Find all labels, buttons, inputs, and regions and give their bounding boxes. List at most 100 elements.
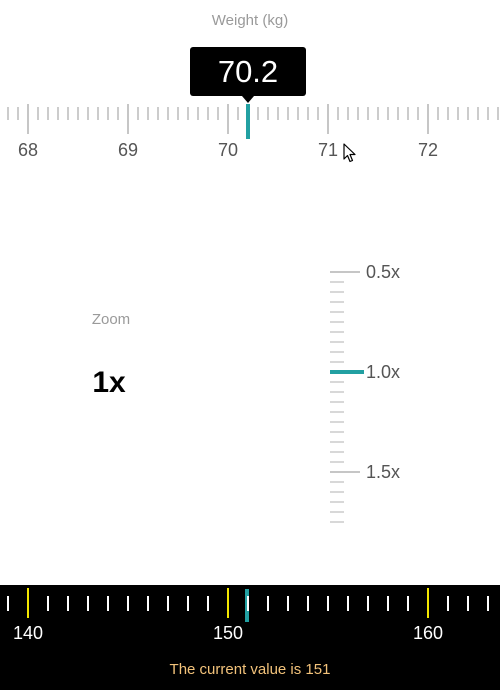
- ruler-minor-tick: [267, 107, 269, 120]
- value-minor-tick: [7, 596, 9, 611]
- value-minor-tick: [107, 596, 109, 611]
- value-minor-tick: [207, 596, 209, 611]
- value-tick-label: 140: [12, 623, 44, 643]
- zoom-minor-tick: [330, 481, 344, 483]
- ruler-minor-tick: [67, 107, 69, 120]
- value-minor-tick: [287, 596, 289, 611]
- ruler-minor-tick: [447, 107, 449, 120]
- zoom-minor-tick: [330, 461, 344, 463]
- zoom-minor-tick: [330, 331, 344, 333]
- ruler-minor-tick: [357, 107, 359, 120]
- zoom-minor-tick: [330, 281, 344, 283]
- ruler-minor-tick: [337, 107, 339, 120]
- ruler-minor-tick: [157, 107, 159, 120]
- ruler-tick-label: 69: [117, 140, 139, 160]
- ruler-minor-tick: [297, 107, 299, 120]
- ruler-major-tick: [27, 104, 29, 134]
- ruler-minor-tick: [87, 107, 89, 120]
- ruler-minor-tick: [187, 107, 189, 120]
- value-major-tick: [27, 588, 29, 618]
- ruler-minor-tick: [47, 107, 49, 120]
- ruler-minor-tick: [17, 107, 19, 120]
- value-minor-tick: [347, 596, 349, 611]
- value-minor-tick: [127, 596, 129, 611]
- ruler-minor-tick: [277, 107, 279, 120]
- zoom-ruler[interactable]: 0.5x 1.0x 1.5x: [328, 262, 448, 532]
- ruler-minor-tick: [57, 107, 59, 120]
- weight-indicator[interactable]: [246, 104, 250, 139]
- value-minor-tick: [407, 596, 409, 611]
- zoom-minor-tick: [330, 441, 344, 443]
- ruler-minor-tick: [377, 107, 379, 120]
- value-minor-tick: [447, 596, 449, 611]
- value-minor-tick: [487, 596, 489, 611]
- zoom-minor-tick: [330, 411, 344, 413]
- value-minor-tick: [187, 596, 189, 611]
- ruler-picker-page: Weight (kg) 70.2 68 69 70 71 72 Zoom 1x 0.5x…: [0, 0, 500, 690]
- zoom-minor-tick: [330, 521, 344, 523]
- zoom-minor-tick: [330, 301, 344, 303]
- current-value-status: The current value is 151: [169, 661, 331, 678]
- ruler-minor-tick: [217, 107, 219, 120]
- weight-title: Weight (kg): [211, 12, 289, 29]
- zoom-major-tick: [330, 471, 360, 473]
- ruler-minor-tick: [287, 107, 289, 120]
- value-minor-tick: [167, 596, 169, 611]
- value-minor-tick: [307, 596, 309, 611]
- ruler-minor-tick: [487, 107, 489, 120]
- ruler-minor-tick: [397, 107, 399, 120]
- ruler-major-tick: [427, 104, 429, 134]
- ruler-minor-tick: [107, 107, 109, 120]
- zoom-value: 1x: [92, 366, 126, 399]
- zoom-minor-tick: [330, 431, 344, 433]
- value-minor-tick: [87, 596, 89, 611]
- ruler-minor-tick: [207, 107, 209, 120]
- ruler-minor-tick: [387, 107, 389, 120]
- ruler-tick-label: 72: [417, 140, 439, 160]
- ruler-minor-tick: [77, 107, 79, 120]
- zoom-minor-tick: [330, 491, 344, 493]
- value-minor-tick: [267, 596, 269, 611]
- value-minor-tick: [387, 596, 389, 611]
- ruler-minor-tick: [457, 107, 459, 120]
- ruler-tick-label: 71: [317, 140, 339, 160]
- zoom-minor-tick: [330, 341, 344, 343]
- value-major-tick: [227, 588, 229, 618]
- ruler-minor-tick: [477, 107, 479, 120]
- ruler-minor-tick: [307, 107, 309, 120]
- ruler-minor-tick: [117, 107, 119, 120]
- ruler-minor-tick: [147, 107, 149, 120]
- ruler-minor-tick: [437, 107, 439, 120]
- zoom-tick-label: 0.5x: [366, 262, 401, 282]
- weight-ruler[interactable]: 68 69 70 71 72: [0, 100, 500, 170]
- ruler-minor-tick: [347, 107, 349, 120]
- zoom-indicator[interactable]: [330, 370, 364, 374]
- ruler-minor-tick: [37, 107, 39, 120]
- ruler-minor-tick: [167, 107, 169, 120]
- zoom-minor-tick: [330, 311, 344, 313]
- zoom-minor-tick: [330, 451, 344, 453]
- ruler-major-tick: [127, 104, 129, 134]
- value-minor-tick: [367, 596, 369, 611]
- ruler-minor-tick: [97, 107, 99, 120]
- zoom-minor-tick: [330, 351, 344, 353]
- zoom-minor-tick: [330, 391, 344, 393]
- ruler-major-tick: [327, 104, 329, 134]
- weight-value-tooltip: 70.2: [190, 47, 306, 96]
- zoom-tick-label: 1.5x: [366, 462, 401, 482]
- zoom-minor-tick: [330, 291, 344, 293]
- value-tick-label: 160: [412, 623, 444, 643]
- ruler-minor-tick: [407, 107, 409, 120]
- zoom-minor-tick: [330, 361, 344, 363]
- zoom-minor-tick: [330, 381, 344, 383]
- ruler-major-tick: [227, 104, 229, 134]
- zoom-major-tick: [330, 271, 360, 273]
- value-minor-tick: [327, 596, 329, 611]
- value-minor-tick: [147, 596, 149, 611]
- ruler-minor-tick: [497, 107, 499, 120]
- ruler-minor-tick: [367, 107, 369, 120]
- ruler-tick-label: 70: [217, 140, 239, 160]
- zoom-title: Zoom: [91, 311, 131, 328]
- value-ruler-panel[interactable]: The current value is 151 140 150 160: [0, 585, 500, 690]
- zoom-minor-tick: [330, 321, 344, 323]
